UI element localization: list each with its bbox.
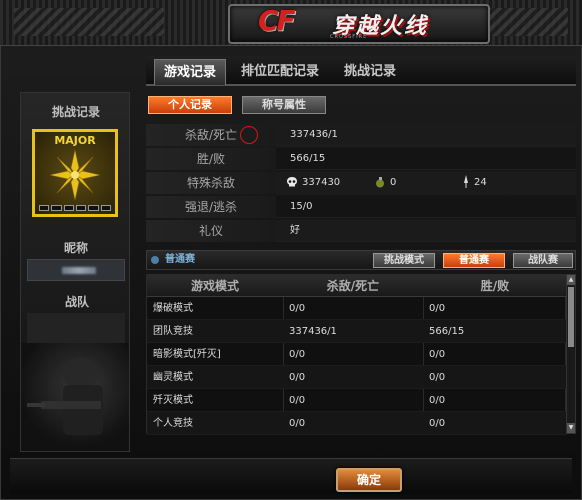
rank-progress-segment	[100, 205, 111, 211]
scroll-up-icon[interactable]: ▲	[567, 275, 575, 285]
nickname-label: 昵称	[63, 241, 88, 255]
knife-kills-value: 24	[474, 177, 487, 188]
mode-cell: 歼灭模式	[153, 395, 193, 406]
kill-death-value: 337436/1	[290, 129, 338, 140]
header-kd: 杀敌/死亡	[326, 279, 380, 293]
rank-star-icon	[49, 149, 101, 201]
filter-normal-button[interactable]: 普通赛	[443, 253, 505, 268]
table-row: 个人竞技 0/0 0/0	[147, 412, 567, 435]
panel-title: 挑战记录	[51, 105, 100, 119]
grenade-icon	[376, 177, 384, 188]
win-loss-cell: 0/0	[429, 418, 446, 429]
win-loss-cell: 0/0	[429, 372, 446, 383]
win-loss-cell: 566/15	[429, 326, 465, 337]
rank-progress-segment	[75, 205, 87, 211]
kill-death-cell: 0/0	[289, 372, 306, 383]
mode-cell: 团队竞技	[153, 326, 193, 337]
bottom-bar	[10, 458, 572, 494]
table-row: 歼灭模式 0/0 0/0	[147, 389, 567, 412]
table-scrollbar[interactable]: ▲ ▼	[566, 274, 576, 434]
tab-game-record[interactable]: 游戏记录	[154, 59, 226, 85]
win-loss-cell: 0/0	[429, 303, 446, 314]
stat-row-special: 特殊杀敌 337430 0 24	[146, 172, 576, 194]
stat-row-escape: 强退/逃杀 15/0	[146, 196, 576, 218]
confirm-button[interactable]: 确定	[336, 468, 402, 492]
rank-progress-segment	[39, 205, 50, 211]
team-value	[27, 313, 125, 343]
scroll-thumb[interactable]	[568, 287, 574, 347]
table-row: 团队竞技 337436/1 566/15	[147, 320, 567, 343]
mode-filter-bar: 普通赛 挑战模式 普通赛 战队赛	[146, 250, 576, 270]
team-label: 战队	[65, 295, 90, 309]
decor-stripe-left	[14, 8, 164, 36]
headshot-kills: 337430	[286, 172, 340, 194]
win-loss-label: 胜/败	[146, 148, 276, 170]
etiquette-label: 礼仪	[146, 220, 276, 242]
scroll-down-icon[interactable]: ▼	[567, 423, 575, 433]
knife-icon	[464, 175, 468, 188]
skull-icon	[287, 177, 297, 187]
headshot-kills-value: 337430	[302, 177, 341, 188]
win-loss-value: 566/15	[290, 153, 326, 164]
logo-subtitle: CROSSFIRE	[330, 34, 368, 40]
etiquette-value: 好	[290, 225, 300, 236]
sub-tab-bar: 个人记录 称号属性	[146, 94, 576, 116]
tab-personal-record[interactable]: 个人记录	[148, 96, 232, 114]
table-row: 爆破模式 0/0 0/0	[147, 297, 567, 320]
tab-title-attributes[interactable]: 称号属性	[242, 96, 326, 114]
stat-row-kd: 杀敌/死亡 337436/1	[146, 124, 576, 146]
rank-label: MAJOR	[54, 134, 96, 147]
nickname-value	[27, 259, 125, 281]
escape-value: 15/0	[290, 201, 313, 212]
kill-death-cell: 0/0	[289, 395, 306, 406]
rank-progress-segment	[88, 205, 99, 211]
grenade-kills: 0	[374, 172, 396, 194]
soldier-image	[21, 343, 129, 451]
mode-stats-table: 游戏模式 杀敌/死亡 胜/败 爆破模式 0/0 0/0 团队竞技 337436/1 566…	[146, 274, 567, 435]
win-loss-cell: 0/0	[429, 395, 446, 406]
rank-progress	[39, 205, 111, 211]
main-tab-bar: 游戏记录 排位匹配记录 挑战记录	[146, 56, 576, 86]
mode-cell: 爆破模式	[153, 303, 193, 314]
escape-label: 强退/逃杀	[146, 196, 276, 218]
logo-cf: CF	[258, 4, 296, 37]
current-mode-label: 普通赛	[165, 254, 195, 265]
header-mode: 游戏模式	[190, 279, 239, 293]
mode-cell: 暗影模式[歼灭]	[153, 349, 221, 360]
kill-death-cell: 0/0	[289, 303, 306, 314]
grenade-kills-value: 0	[390, 177, 397, 188]
mode-cell: 幽灵模式	[153, 372, 193, 383]
rank-progress-segment	[63, 205, 74, 211]
kill-death-cell: 0/0	[289, 349, 306, 360]
nickname-blur	[62, 267, 96, 274]
tab-ranked-record[interactable]: 排位匹配记录	[238, 59, 322, 85]
special-kill-label: 特殊杀敌	[146, 172, 276, 194]
tab-challenge-record[interactable]: 挑战记录	[338, 59, 402, 85]
mode-cell: 个人竞技	[153, 418, 193, 429]
rank-progress-segment	[51, 205, 62, 211]
kill-death-cell: 0/0	[289, 418, 306, 429]
stat-row-wl: 胜/败 566/15	[146, 148, 576, 170]
rank-badge: MAJOR	[32, 129, 118, 217]
highlight-circle	[240, 126, 258, 144]
profile-panel: 挑战记录 MAJOR 昵称 战队	[20, 92, 130, 452]
table-row: 幽灵模式 0/0 0/0	[147, 366, 567, 389]
win-loss-cell: 0/0	[429, 349, 446, 360]
table-row: 暗影模式[歼灭] 0/0 0/0	[147, 343, 567, 366]
header-wl: 胜/败	[480, 279, 510, 293]
knife-kills: 24	[462, 172, 487, 194]
stat-row-etiquette: 礼仪 好	[146, 220, 576, 242]
table-header: 游戏模式 杀敌/死亡 胜/败	[147, 275, 567, 297]
filter-challenge-button[interactable]: 挑战模式	[373, 253, 435, 268]
stats-panel: 杀敌/死亡 337436/1 胜/败 566/15 特殊杀敌 337430 0 …	[146, 124, 576, 242]
mode-dot-icon	[151, 256, 159, 264]
filter-team-button[interactable]: 战队赛	[513, 253, 573, 268]
kill-death-cell: 337436/1	[289, 326, 337, 337]
